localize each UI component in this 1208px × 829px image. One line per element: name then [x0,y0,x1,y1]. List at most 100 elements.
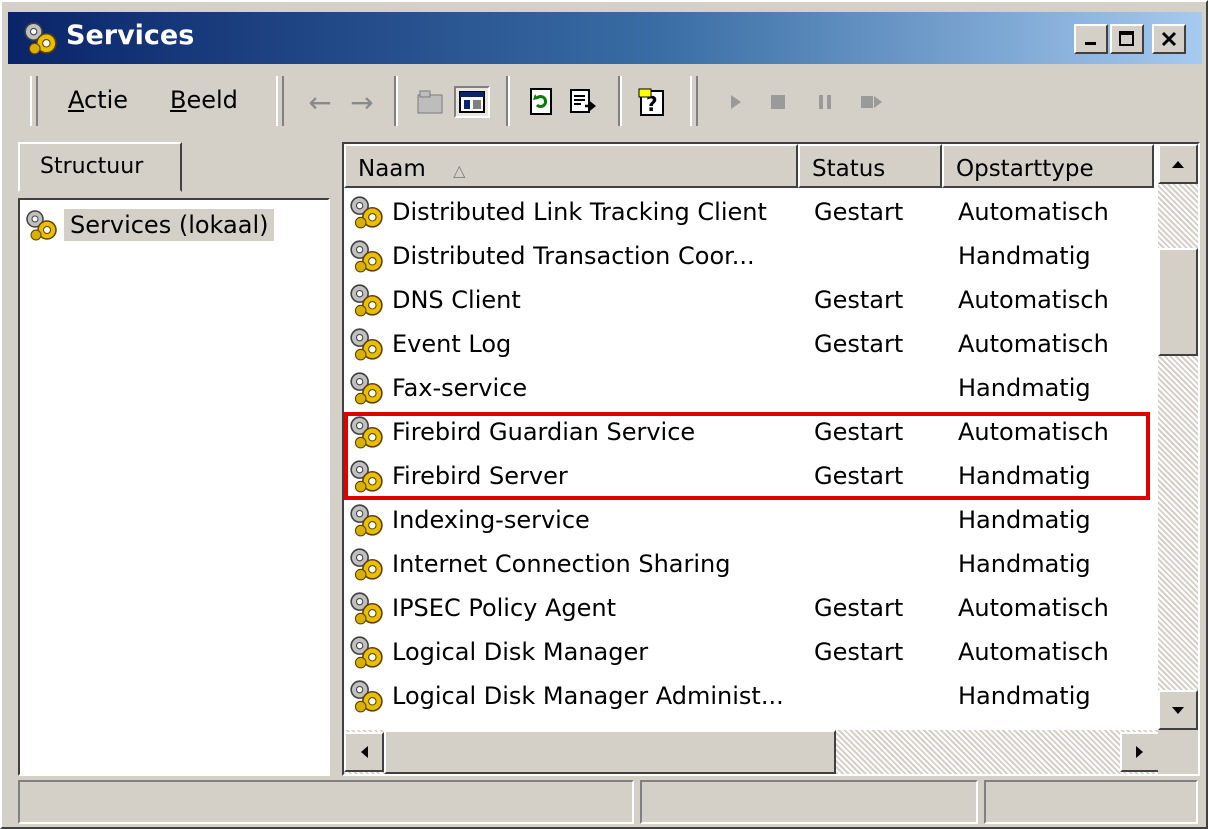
start-service-button[interactable] [718,86,754,118]
scroll-down-button[interactable] [1158,690,1198,730]
service-startup-type: Automatisch [958,418,1109,446]
help-button[interactable]: ? [634,86,670,118]
minimize-button[interactable] [1074,24,1108,54]
table-row[interactable]: Internet Connection Sharing Handmatig [344,542,1152,586]
pause-service-icon [819,95,831,109]
stop-service-icon [771,95,785,109]
refresh-icon [530,88,552,115]
service-startup-type: Handmatig [958,682,1091,710]
service-startup-type: Automatisch [958,198,1109,226]
toolbar-grip[interactable] [690,76,698,126]
stop-service-button[interactable] [760,86,796,118]
forward-arrow-icon: → [350,85,374,119]
tree-item-label: Services (lokaal) [64,209,275,241]
up-folder-button[interactable] [412,86,448,118]
tree-item-services-local[interactable]: Services (lokaal) [24,208,275,242]
scroll-left-button[interactable] [344,732,384,772]
table-row[interactable]: Logical Disk Manager Gestart Automatisch [344,630,1152,674]
toolbar-separator [394,76,398,126]
service-status: Gestart [814,286,904,314]
up-folder-icon [417,90,443,114]
service-gears-icon [350,328,383,361]
table-row[interactable]: Distributed Link Tracking Client Gestart A… [344,190,1152,234]
menu-grip[interactable] [30,76,38,126]
tree-panel: Services (lokaal) [18,198,330,776]
service-name: Internet Connection Sharing [392,550,731,578]
column-header-status[interactable]: Status [798,144,942,188]
close-icon [1161,31,1177,47]
menu-actie[interactable]: Actie [68,86,128,114]
table-row[interactable]: IPSEC Policy Agent Gestart Automatisch [344,586,1152,630]
service-name: Distributed Transaction Coor... [392,242,755,270]
service-gears-icon [350,284,383,317]
service-name: Logical Disk Manager [392,638,649,666]
title-bar[interactable]: Services [8,12,1202,64]
table-row[interactable]: Firebird Guardian Service Gestart Automati… [344,410,1152,454]
table-row[interactable]: Event Log Gestart Automatisch [344,322,1152,366]
table-row[interactable]: Indexing-service Handmatig [344,498,1152,542]
table-row[interactable]: DNS Client Gestart Automatisch [344,278,1152,322]
status-bar [18,780,1200,824]
service-gears-icon [350,548,383,581]
horizontal-scroll-thumb[interactable] [384,730,836,774]
toolbar: Actie Beeld ← → ? [8,72,1202,134]
service-name: Event Log [392,330,512,358]
close-button[interactable] [1152,24,1186,54]
refresh-button[interactable] [524,86,560,118]
window-title: Services [66,20,195,51]
help-icon: ? [638,88,664,116]
sort-ascending-icon: △ [453,161,466,180]
arrow-down-icon [1172,707,1184,714]
vertical-scroll-thumb[interactable] [1158,248,1198,356]
status-pane-2 [640,780,978,824]
service-name: IPSEC Policy Agent [392,594,617,622]
table-row[interactable]: Distributed Transaction Coor... Handmatig [344,234,1152,278]
column-header-name[interactable]: Naam △ [344,144,798,188]
services-window: Services Actie Beeld ← → ? Structuur Ser… [0,0,1208,829]
start-service-icon [731,95,741,109]
restart-service-icon [861,96,882,108]
table-row[interactable]: Fax-service Handmatig [344,366,1152,410]
toolbar-grip[interactable] [276,76,284,126]
service-startup-type: Automatisch [958,594,1109,622]
service-gears-icon [350,372,383,405]
service-status: Gestart [814,198,904,226]
maximize-button[interactable] [1110,24,1144,54]
show-hide-tree-button[interactable] [454,86,490,118]
restart-service-button[interactable] [854,86,890,118]
scroll-right-button[interactable] [1120,732,1160,772]
service-status: Gestart [814,418,904,446]
minimize-icon [1085,42,1096,45]
toolbar-separator [618,76,622,126]
service-name: DNS Client [392,286,521,314]
export-list-button[interactable] [566,86,602,118]
table-row[interactable]: Logical Disk Manager Administ... Handmati… [344,674,1152,718]
status-pane-1 [18,780,634,824]
service-startup-type: Handmatig [958,506,1091,534]
scroll-up-button[interactable] [1158,144,1198,184]
back-arrow-icon: ← [308,85,332,119]
service-startup-type: Handmatig [958,374,1091,402]
service-startup-type: Handmatig [958,462,1091,490]
forward-button[interactable]: → [344,85,380,119]
show-hide-tree-icon [459,91,485,113]
horizontal-scrollbar[interactable] [344,730,1160,774]
service-gears-icon [350,416,383,449]
service-name: Firebird Guardian Service [392,418,696,446]
table-row[interactable]: Firebird Server Gestart Handmatig [344,454,1152,498]
column-header-startup-type[interactable]: Opstarttype [942,144,1154,188]
service-name: Fax-service [392,374,528,402]
service-startup-type: Handmatig [958,242,1091,270]
vertical-scrollbar[interactable] [1158,144,1198,730]
service-startup-type: Handmatig [958,550,1091,578]
pause-service-button[interactable] [808,86,844,118]
service-startup-type: Automatisch [958,286,1109,314]
tab-structuur[interactable]: Structuur [18,142,182,192]
services-list: Naam △ Status Opstarttype Distributed Li… [342,142,1200,776]
menu-beeld[interactable]: Beeld [170,86,238,114]
back-button[interactable]: ← [302,85,338,119]
toolbar-separator [506,76,510,126]
services-gears-icon [24,22,57,55]
service-status: Gestart [814,594,904,622]
maximize-icon [1119,31,1134,46]
